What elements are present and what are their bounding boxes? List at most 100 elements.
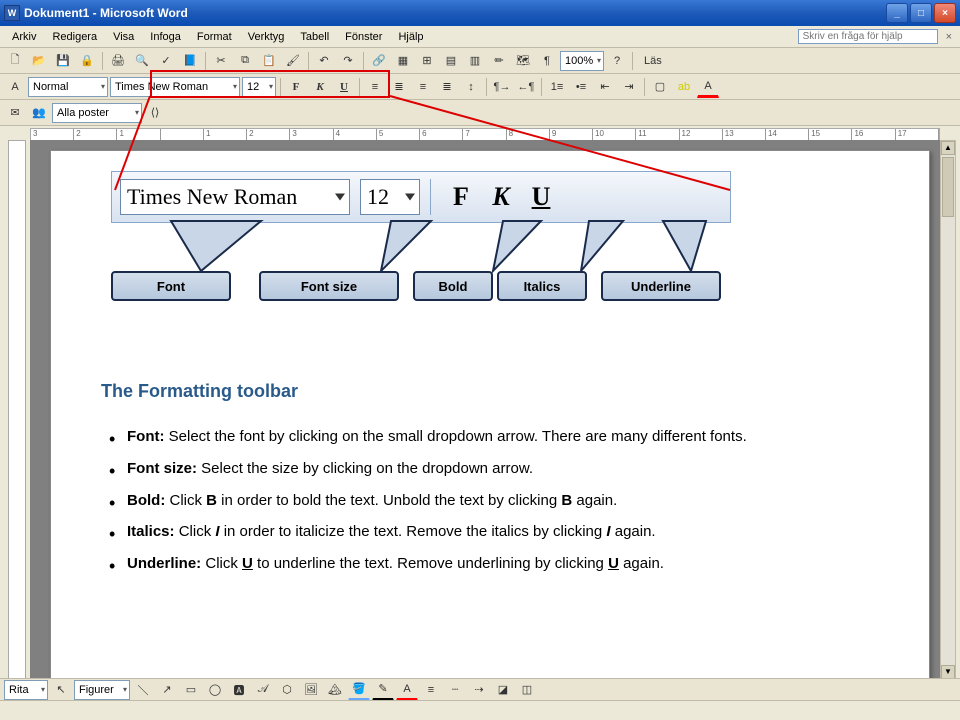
mm-recipients-icon[interactable]: 👥 <box>28 102 50 124</box>
print-icon[interactable]: 🖨 <box>107 50 129 72</box>
close-button[interactable]: × <box>934 3 956 23</box>
line-spacing-icon[interactable]: ↕ <box>460 76 482 98</box>
scroll-thumb[interactable] <box>942 157 954 217</box>
help-close-icon[interactable]: × <box>942 31 956 43</box>
font-color-draw-icon[interactable]: A <box>396 679 418 701</box>
mm-records-dropdown[interactable]: Alla poster <box>52 103 142 123</box>
undo-icon[interactable]: ↶ <box>313 50 335 72</box>
spell-icon[interactable]: ✓ <box>155 50 177 72</box>
wordart-icon[interactable]: 𝒜 <box>252 679 274 701</box>
vertical-ruler[interactable] <box>8 140 26 680</box>
term-text: Click B in order to bold the text. Unbol… <box>165 492 617 509</box>
font-dropdown[interactable]: Times New Roman <box>110 77 240 97</box>
decrease-indent-icon[interactable]: ⇤ <box>594 76 616 98</box>
select-objects-icon[interactable]: ↖ <box>50 679 72 701</box>
textbox-icon[interactable]: 🅰 <box>228 679 250 701</box>
menu-redigera[interactable]: Redigera <box>44 29 105 45</box>
justify-icon[interactable]: ≣ <box>436 76 458 98</box>
arrow-icon[interactable]: ↗ <box>156 679 178 701</box>
line-icon[interactable]: ＼ <box>132 679 154 701</box>
line-style-icon[interactable]: ≡ <box>420 679 442 701</box>
hyperlink-icon[interactable]: 🔗 <box>368 50 390 72</box>
menu-fonster[interactable]: Fönster <box>337 29 390 45</box>
numbering-icon[interactable]: 1≡ <box>546 76 568 98</box>
tables-borders-icon[interactable]: ▦ <box>392 50 414 72</box>
word-app-icon: W <box>4 5 20 21</box>
draw-menu[interactable]: Rita <box>4 680 48 700</box>
italic-button[interactable]: K <box>309 76 331 98</box>
shadow-icon[interactable]: ◪ <box>492 679 514 701</box>
arrow-style-icon[interactable]: ⇢ <box>468 679 490 701</box>
copy-icon[interactable]: ⧉ <box>234 50 256 72</box>
clipart-icon[interactable]: 🖼 <box>300 679 322 701</box>
diagram-icon[interactable]: ⬡ <box>276 679 298 701</box>
font-color-icon[interactable]: A <box>697 76 719 98</box>
mm-insert-icon[interactable]: ⟨⟩ <box>144 102 166 124</box>
styles-pane-icon[interactable]: A <box>4 76 26 98</box>
menu-arkiv[interactable]: Arkiv <box>4 29 44 45</box>
highlight-icon[interactable]: ab <box>673 76 695 98</box>
scroll-down-icon[interactable]: ▼ <box>941 665 955 679</box>
help-icon[interactable]: ? <box>606 50 628 72</box>
picture-icon[interactable]: 🏔 <box>324 679 346 701</box>
line-color-icon[interactable]: ✎ <box>372 679 394 701</box>
new-doc-icon[interactable]: 🗋 <box>4 50 26 72</box>
oval-icon[interactable]: ◯ <box>204 679 226 701</box>
research-icon[interactable]: 📘 <box>179 50 201 72</box>
borders-icon[interactable]: ▢ <box>649 76 671 98</box>
align-left-icon[interactable]: ≡ <box>364 76 386 98</box>
open-icon[interactable]: 📂 <box>28 50 50 72</box>
3d-icon[interactable]: ◫ <box>516 679 538 701</box>
list-item: Italics: Click I in order to italicize t… <box>109 521 879 543</box>
mm-setup-icon[interactable]: ✉ <box>4 102 26 124</box>
enlarged-italic-button: K <box>481 179 521 215</box>
align-center-icon[interactable]: ≣ <box>388 76 410 98</box>
ltr-icon[interactable]: ¶→ <box>491 76 513 98</box>
read-mode-button[interactable]: Läs <box>637 50 669 72</box>
term-text: Select the font by clicking on the small… <box>164 428 746 445</box>
excel-icon[interactable]: ▤ <box>440 50 462 72</box>
fill-color-icon[interactable]: 🪣 <box>348 679 370 701</box>
preview-icon[interactable]: 🔍 <box>131 50 153 72</box>
bullets-icon[interactable]: •≡ <box>570 76 592 98</box>
sep <box>363 52 364 70</box>
redo-icon[interactable]: ↷ <box>337 50 359 72</box>
scroll-up-icon[interactable]: ▲ <box>941 141 955 155</box>
bold-button[interactable]: F <box>285 76 307 98</box>
menu-visa[interactable]: Visa <box>105 29 142 45</box>
underline-button[interactable]: U <box>333 76 355 98</box>
insert-table-icon[interactable]: ⊞ <box>416 50 438 72</box>
show-marks-icon[interactable]: ¶ <box>536 50 558 72</box>
menu-infoga[interactable]: Infoga <box>142 29 189 45</box>
vertical-scrollbar[interactable]: ▲ ▼ <box>940 140 956 680</box>
style-dropdown[interactable]: Normal <box>28 77 108 97</box>
menu-format[interactable]: Format <box>189 29 240 45</box>
term: Font size: <box>127 460 197 477</box>
docmap-icon[interactable]: 🗺 <box>512 50 534 72</box>
font-size-dropdown[interactable]: 12 <box>242 77 276 97</box>
autoshapes-menu[interactable]: Figurer <box>74 680 130 700</box>
drawing-icon[interactable]: ✏ <box>488 50 510 72</box>
term-text: Click I in order to italicize the text. … <box>175 523 656 540</box>
paste-icon[interactable]: 📋 <box>258 50 280 72</box>
menu-verktyg[interactable]: Verktyg <box>240 29 293 45</box>
rectangle-icon[interactable]: ▭ <box>180 679 202 701</box>
save-icon[interactable]: 💾 <box>52 50 74 72</box>
help-search-input[interactable] <box>798 29 938 44</box>
increase-indent-icon[interactable]: ⇥ <box>618 76 640 98</box>
columns-icon[interactable]: ▥ <box>464 50 486 72</box>
menu-tabell[interactable]: Tabell <box>292 29 337 45</box>
permission-icon[interactable]: 🔒 <box>76 50 98 72</box>
minimize-button[interactable]: _ <box>886 3 908 23</box>
align-right-icon[interactable]: ≡ <box>412 76 434 98</box>
dash-style-icon[interactable]: ┄ <box>444 679 466 701</box>
rtl-icon[interactable]: ←¶ <box>515 76 537 98</box>
callout-font-size: Font size <box>259 271 399 301</box>
zoom-dropdown[interactable]: 100% <box>560 51 604 71</box>
formatting-toolbar: A Normal Times New Roman 12 F K U ≡ ≣ ≡ … <box>0 74 960 100</box>
format-painter-icon[interactable]: 🖌 <box>282 50 304 72</box>
cut-icon[interactable]: ✂ <box>210 50 232 72</box>
document-page[interactable]: Times New Roman 12 F K U Font Font size … <box>50 150 930 680</box>
maximize-button[interactable]: □ <box>910 3 932 23</box>
menu-hjalp[interactable]: Hjälp <box>390 29 431 45</box>
